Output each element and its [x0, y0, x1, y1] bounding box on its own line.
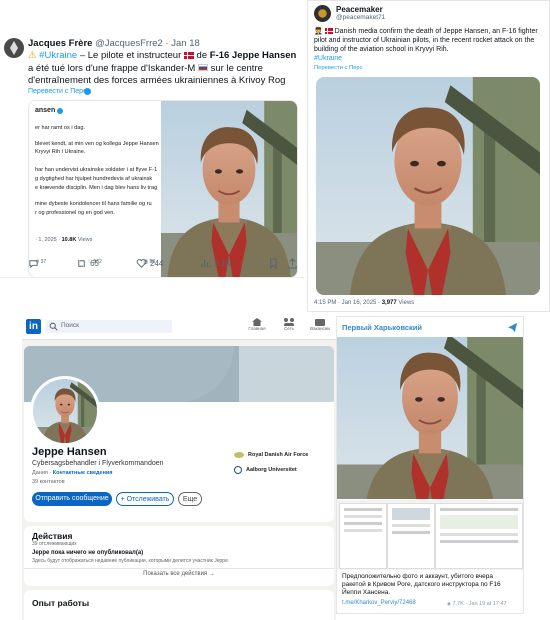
post-time: Jan 19 at 17:47	[468, 601, 507, 607]
collage-tile	[387, 503, 435, 569]
tweet-text: 🧑‍✈️ Danish media confirm the death of J…	[314, 28, 538, 53]
pilot-emoji-icon: 🧑‍✈️	[314, 28, 323, 35]
translate-link[interactable]: Перевести с Перс	[28, 88, 87, 95]
show-all-activity-link[interactable]: Показать все действия →	[24, 571, 334, 577]
heart-icon	[136, 259, 147, 268]
more-button[interactable]: Еще	[178, 492, 202, 506]
denmark-flag-icon	[183, 51, 194, 59]
university-logo-icon	[234, 466, 242, 474]
search-input[interactable]: Поиск	[46, 320, 172, 333]
translate-link[interactable]: Перевести с Перс	[314, 65, 363, 71]
post-views: 7.7K	[452, 601, 464, 607]
hashtag-ukraine[interactable]: #Ukraine	[39, 50, 77, 61]
activity-card: Действия 39 отслеживающих Jeppe пока нич…	[24, 526, 334, 586]
retweet-button[interactable]: 65	[76, 258, 99, 269]
post-photo[interactable]	[337, 337, 523, 499]
tweet-date[interactable]: · Jan 18	[165, 38, 199, 49]
tweet-time[interactable]: 4:15 PM · Jan 16, 2025 ·	[314, 300, 382, 306]
author-handle[interactable]: @peacemaket71	[336, 14, 385, 21]
profile-photo[interactable]	[30, 376, 100, 446]
nav-home[interactable]: Главная	[244, 318, 270, 331]
follow-button[interactable]: + Отслеживать	[116, 492, 174, 506]
embedded-media[interactable]: ansen er har ramt os i dag. blevet kendt…	[28, 100, 298, 277]
post-link[interactable]: t.me/Kharkov_Perviy/72468	[342, 600, 416, 606]
share-icon[interactable]	[287, 258, 298, 269]
jobs-icon	[315, 319, 325, 326]
profile-headline: Cybersagsbehandler i Flyverkommandoen	[32, 460, 164, 467]
followers-count: 39 отслеживающих	[32, 541, 77, 547]
embedded-author: ansen	[35, 107, 56, 114]
search-icon	[49, 322, 58, 331]
profile-name: Jeppe Hansen	[32, 446, 107, 458]
home-icon	[252, 318, 262, 326]
tweet-text: ⚠ #Ukraine – Le pilote et instructeur de…	[28, 50, 297, 86]
channel-name[interactable]: Первый Харьковский	[342, 323, 422, 332]
linkedin-navbar: in Поиск Главная Сеть Вакансии	[22, 315, 336, 340]
retweet-icon	[78, 259, 85, 268]
contact-info-link[interactable]: Контактные сведения	[53, 470, 113, 476]
air-force-logo-icon	[234, 452, 244, 458]
linkedin-logo[interactable]: in	[26, 319, 41, 334]
hashtag-ukraine[interactable]: #Ukraine	[314, 55, 342, 62]
avatar[interactable]	[314, 5, 331, 22]
embedded-photo[interactable]	[161, 101, 297, 277]
reply-icon	[29, 260, 38, 269]
network-icon	[284, 318, 294, 326]
telegram-icon	[507, 322, 518, 333]
no-posts-message: Jeppe пока ничего не опубликовал(а)	[32, 550, 144, 556]
org-air-force[interactable]: Royal Danish Air Force	[234, 452, 308, 458]
profile-card: Jeppe Hansen Cybersagsbehandler i Flyver…	[24, 346, 334, 522]
author-name[interactable]: Peacemaker	[336, 5, 383, 14]
tweet-peacemaker: Peacemaker @peacemaket71 🧑‍✈️ Danish med…	[307, 0, 550, 312]
denmark-flag-icon	[324, 28, 333, 35]
telegram-post: Первый Харьковский Предположительно фото…	[336, 316, 524, 614]
tweet-jacques-frere: Jacques Frère @JacquesFrre2 · Jan 18 ⚠ #…	[0, 28, 305, 278]
collage-tile	[435, 503, 523, 569]
embedded-verified-icon	[57, 108, 63, 114]
author-handle[interactable]: @JacquesFrre2	[95, 38, 163, 49]
profile-location: Дания	[32, 470, 48, 476]
author-name[interactable]: Jacques Frère	[28, 38, 92, 49]
verified-icon	[84, 88, 91, 95]
arrow-right-icon: →	[208, 571, 215, 577]
reply-button[interactable]	[28, 258, 39, 269]
activity-title: Действия	[32, 531, 73, 541]
views-icon: ◉	[447, 601, 451, 606]
russia-flag-icon	[197, 64, 208, 72]
avatar[interactable]	[4, 38, 24, 58]
nav-jobs[interactable]: Вакансии	[306, 318, 334, 331]
bookmark-icon[interactable]	[268, 258, 279, 269]
tweet1-actions: 65 244 5.1K	[28, 258, 298, 269]
no-posts-subtext: Здесь будут отображаться недавние публик…	[32, 558, 230, 564]
message-button[interactable]: Отправить сообщение	[32, 492, 112, 506]
views-button[interactable]: 5.1K	[200, 258, 231, 269]
tweet-photo[interactable]	[316, 77, 540, 295]
nav-network[interactable]: Сеть	[276, 318, 302, 331]
experience-title: Опыт работы	[32, 598, 90, 608]
like-button[interactable]: 244	[136, 258, 163, 269]
linkedin-profile: in Поиск Главная Сеть Вакансии Jeppe Han…	[22, 315, 336, 620]
post-text: Предположительно фото и аккаунт, убитого…	[342, 573, 501, 596]
views-icon	[201, 259, 212, 268]
connections-count[interactable]: 39 контактов	[32, 479, 65, 485]
warning-icon: ⚠	[28, 50, 37, 61]
post-screenshot-collage[interactable]	[337, 500, 523, 570]
collage-tile	[339, 503, 387, 569]
experience-card: Опыт работы	[24, 590, 334, 620]
org-aalborg[interactable]: Aalborg Universitet	[234, 466, 297, 474]
